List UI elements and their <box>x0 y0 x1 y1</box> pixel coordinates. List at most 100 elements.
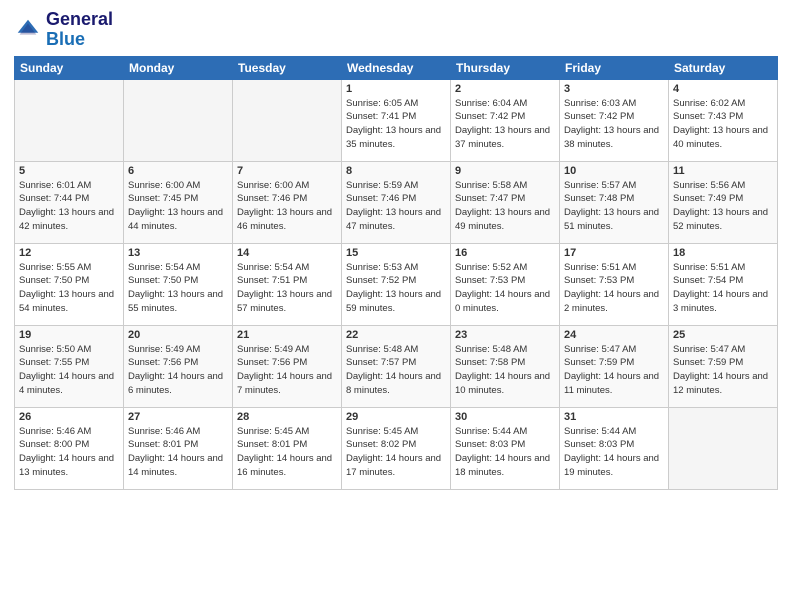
day-info: Sunrise: 5:45 AM Sunset: 8:01 PM Dayligh… <box>237 425 337 480</box>
sunrise-label: Sunrise: 5:53 AM <box>346 262 418 273</box>
daylight-label: Daylight: 14 hours and 3 minutes. <box>673 289 768 314</box>
sunset-label: Sunset: 8:03 PM <box>455 439 525 450</box>
day-number: 27 <box>128 411 228 423</box>
sunrise-label: Sunrise: 6:02 AM <box>673 98 745 109</box>
calendar-cell: 13 Sunrise: 5:54 AM Sunset: 7:50 PM Dayl… <box>124 243 233 325</box>
daylight-label: Daylight: 14 hours and 12 minutes. <box>673 371 768 396</box>
day-info: Sunrise: 6:00 AM Sunset: 7:45 PM Dayligh… <box>128 179 228 234</box>
daylight-label: Daylight: 13 hours and 44 minutes. <box>128 207 223 232</box>
sunset-label: Sunset: 7:41 PM <box>346 111 416 122</box>
calendar-header-row: SundayMondayTuesdayWednesdayThursdayFrid… <box>15 56 778 79</box>
calendar-cell: 28 Sunrise: 5:45 AM Sunset: 8:01 PM Dayl… <box>233 407 342 489</box>
sunrise-label: Sunrise: 5:44 AM <box>455 426 527 437</box>
day-number: 25 <box>673 329 773 341</box>
day-number: 28 <box>237 411 337 423</box>
calendar-cell: 14 Sunrise: 5:54 AM Sunset: 7:51 PM Dayl… <box>233 243 342 325</box>
day-number: 4 <box>673 83 773 95</box>
day-number: 16 <box>455 247 555 259</box>
daylight-label: Daylight: 14 hours and 7 minutes. <box>237 371 332 396</box>
sunset-label: Sunset: 8:02 PM <box>346 439 416 450</box>
weekday-header: Saturday <box>669 56 778 79</box>
calendar-cell <box>15 79 124 161</box>
page: General Blue SundayMondayTuesdayWednesda… <box>0 0 792 612</box>
day-number: 11 <box>673 165 773 177</box>
day-info: Sunrise: 6:04 AM Sunset: 7:42 PM Dayligh… <box>455 97 555 152</box>
sunset-label: Sunset: 7:51 PM <box>237 275 307 286</box>
sunset-label: Sunset: 7:52 PM <box>346 275 416 286</box>
day-info: Sunrise: 5:46 AM Sunset: 8:01 PM Dayligh… <box>128 425 228 480</box>
calendar-cell: 24 Sunrise: 5:47 AM Sunset: 7:59 PM Dayl… <box>560 325 669 407</box>
weekday-header: Thursday <box>451 56 560 79</box>
sunrise-label: Sunrise: 5:52 AM <box>455 262 527 273</box>
sunrise-label: Sunrise: 5:54 AM <box>128 262 200 273</box>
sunrise-label: Sunrise: 5:46 AM <box>19 426 91 437</box>
day-info: Sunrise: 5:55 AM Sunset: 7:50 PM Dayligh… <box>19 261 119 316</box>
sunset-label: Sunset: 7:45 PM <box>128 193 198 204</box>
daylight-label: Daylight: 14 hours and 0 minutes. <box>455 289 550 314</box>
sunrise-label: Sunrise: 5:54 AM <box>237 262 309 273</box>
sunset-label: Sunset: 7:58 PM <box>455 357 525 368</box>
sunrise-label: Sunrise: 6:04 AM <box>455 98 527 109</box>
calendar-cell: 12 Sunrise: 5:55 AM Sunset: 7:50 PM Dayl… <box>15 243 124 325</box>
sunrise-label: Sunrise: 5:55 AM <box>19 262 91 273</box>
sunrise-label: Sunrise: 6:03 AM <box>564 98 636 109</box>
calendar-cell: 25 Sunrise: 5:47 AM Sunset: 7:59 PM Dayl… <box>669 325 778 407</box>
calendar-cell: 17 Sunrise: 5:51 AM Sunset: 7:53 PM Dayl… <box>560 243 669 325</box>
sunrise-label: Sunrise: 6:05 AM <box>346 98 418 109</box>
day-info: Sunrise: 5:44 AM Sunset: 8:03 PM Dayligh… <box>455 425 555 480</box>
daylight-label: Daylight: 13 hours and 37 minutes. <box>455 125 550 150</box>
daylight-label: Daylight: 13 hours and 57 minutes. <box>237 289 332 314</box>
daylight-label: Daylight: 13 hours and 54 minutes. <box>19 289 114 314</box>
calendar-cell: 9 Sunrise: 5:58 AM Sunset: 7:47 PM Dayli… <box>451 161 560 243</box>
day-number: 3 <box>564 83 664 95</box>
calendar-cell: 2 Sunrise: 6:04 AM Sunset: 7:42 PM Dayli… <box>451 79 560 161</box>
day-info: Sunrise: 5:54 AM Sunset: 7:51 PM Dayligh… <box>237 261 337 316</box>
calendar: SundayMondayTuesdayWednesdayThursdayFrid… <box>14 56 778 490</box>
calendar-cell: 3 Sunrise: 6:03 AM Sunset: 7:42 PM Dayli… <box>560 79 669 161</box>
day-number: 22 <box>346 329 446 341</box>
sunset-label: Sunset: 8:00 PM <box>19 439 89 450</box>
day-number: 26 <box>19 411 119 423</box>
calendar-cell: 31 Sunrise: 5:44 AM Sunset: 8:03 PM Dayl… <box>560 407 669 489</box>
day-number: 1 <box>346 83 446 95</box>
day-info: Sunrise: 5:58 AM Sunset: 7:47 PM Dayligh… <box>455 179 555 234</box>
daylight-label: Daylight: 14 hours and 19 minutes. <box>564 453 659 478</box>
sunset-label: Sunset: 7:49 PM <box>673 193 743 204</box>
day-info: Sunrise: 6:03 AM Sunset: 7:42 PM Dayligh… <box>564 97 664 152</box>
day-number: 19 <box>19 329 119 341</box>
calendar-cell: 7 Sunrise: 6:00 AM Sunset: 7:46 PM Dayli… <box>233 161 342 243</box>
daylight-label: Daylight: 14 hours and 2 minutes. <box>564 289 659 314</box>
day-info: Sunrise: 5:56 AM Sunset: 7:49 PM Dayligh… <box>673 179 773 234</box>
daylight-label: Daylight: 13 hours and 40 minutes. <box>673 125 768 150</box>
day-info: Sunrise: 5:51 AM Sunset: 7:54 PM Dayligh… <box>673 261 773 316</box>
daylight-label: Daylight: 14 hours and 13 minutes. <box>19 453 114 478</box>
calendar-cell: 6 Sunrise: 6:00 AM Sunset: 7:45 PM Dayli… <box>124 161 233 243</box>
calendar-week-row: 26 Sunrise: 5:46 AM Sunset: 8:00 PM Dayl… <box>15 407 778 489</box>
calendar-week-row: 12 Sunrise: 5:55 AM Sunset: 7:50 PM Dayl… <box>15 243 778 325</box>
daylight-label: Daylight: 13 hours and 59 minutes. <box>346 289 441 314</box>
calendar-cell: 15 Sunrise: 5:53 AM Sunset: 7:52 PM Dayl… <box>342 243 451 325</box>
sunset-label: Sunset: 8:01 PM <box>237 439 307 450</box>
daylight-label: Daylight: 13 hours and 52 minutes. <box>673 207 768 232</box>
sunset-label: Sunset: 7:56 PM <box>128 357 198 368</box>
sunset-label: Sunset: 7:47 PM <box>455 193 525 204</box>
day-info: Sunrise: 6:02 AM Sunset: 7:43 PM Dayligh… <box>673 97 773 152</box>
day-info: Sunrise: 5:57 AM Sunset: 7:48 PM Dayligh… <box>564 179 664 234</box>
calendar-cell: 20 Sunrise: 5:49 AM Sunset: 7:56 PM Dayl… <box>124 325 233 407</box>
day-number: 29 <box>346 411 446 423</box>
sunrise-label: Sunrise: 5:50 AM <box>19 344 91 355</box>
calendar-week-row: 1 Sunrise: 6:05 AM Sunset: 7:41 PM Dayli… <box>15 79 778 161</box>
day-info: Sunrise: 5:53 AM Sunset: 7:52 PM Dayligh… <box>346 261 446 316</box>
day-number: 15 <box>346 247 446 259</box>
sunset-label: Sunset: 7:50 PM <box>128 275 198 286</box>
sunset-label: Sunset: 7:53 PM <box>564 275 634 286</box>
sunset-label: Sunset: 7:54 PM <box>673 275 743 286</box>
day-info: Sunrise: 5:46 AM Sunset: 8:00 PM Dayligh… <box>19 425 119 480</box>
sunrise-label: Sunrise: 6:00 AM <box>128 180 200 191</box>
daylight-label: Daylight: 13 hours and 55 minutes. <box>128 289 223 314</box>
sunset-label: Sunset: 7:56 PM <box>237 357 307 368</box>
calendar-week-row: 19 Sunrise: 5:50 AM Sunset: 7:55 PM Dayl… <box>15 325 778 407</box>
daylight-label: Daylight: 14 hours and 16 minutes. <box>237 453 332 478</box>
calendar-cell <box>233 79 342 161</box>
calendar-cell: 4 Sunrise: 6:02 AM Sunset: 7:43 PM Dayli… <box>669 79 778 161</box>
